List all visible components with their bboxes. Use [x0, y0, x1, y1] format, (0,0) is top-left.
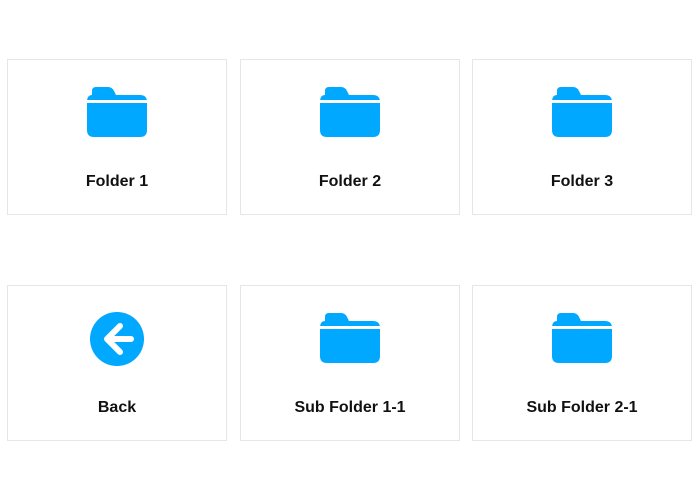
tile-label: Folder 1: [85, 173, 149, 190]
tile-label: Sub Folder 1-1: [294, 399, 406, 416]
back-tile[interactable]: Back: [7, 285, 227, 441]
folder-tile-folder-2[interactable]: Folder 2: [240, 59, 460, 215]
tile-label: Folder 2: [318, 173, 382, 190]
folder-icon: [320, 85, 380, 141]
folder-tile-sub-folder-1-1[interactable]: Sub Folder 1-1: [240, 285, 460, 441]
folder-icon: [320, 311, 380, 367]
folder-icon: [87, 85, 147, 141]
folder-icon: [552, 85, 612, 141]
tile-label: Folder 3: [550, 173, 614, 190]
tile-label: Sub Folder 2-1: [526, 399, 638, 416]
folder-tile-folder-3[interactable]: Folder 3: [472, 59, 692, 215]
back-arrow-icon: [87, 311, 147, 367]
folder-tile-folder-1[interactable]: Folder 1: [7, 59, 227, 215]
folder-tile-sub-folder-2-1[interactable]: Sub Folder 2-1: [472, 285, 692, 441]
tile-label: Back: [97, 399, 137, 416]
folder-icon: [552, 311, 612, 367]
